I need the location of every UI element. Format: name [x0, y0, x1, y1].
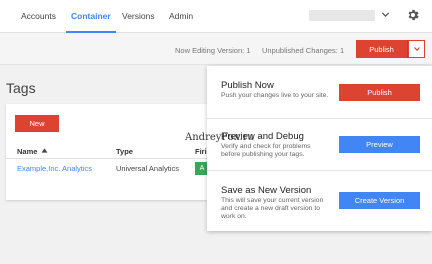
save-version-title: Save as New Version — [221, 185, 312, 196]
watermark-text: AndreyFox.ru — [185, 132, 254, 143]
tab-accounts[interactable]: Accounts — [21, 11, 56, 21]
tab-versions[interactable]: Versions — [122, 11, 155, 21]
menu-divider — [207, 170, 432, 171]
editing-version-text: Now Editing Version: 1 — [175, 46, 251, 55]
unpublished-changes-text[interactable]: Unpublished Changes: 1 — [262, 46, 344, 55]
column-header-firing[interactable]: Firi — [195, 147, 207, 156]
menu-divider — [207, 118, 432, 119]
table-header-divider — [6, 158, 218, 159]
column-header-type[interactable]: Type — [116, 147, 133, 156]
tab-admin[interactable]: Admin — [169, 11, 193, 21]
preview-debug-description: Verify and check for problems before pub… — [221, 143, 311, 158]
tab-container[interactable]: Container — [71, 11, 111, 21]
sort-ascending-icon[interactable] — [41, 148, 48, 153]
save-version-description: This will save your current version and … — [221, 197, 324, 220]
publish-now-button[interactable]: Publish — [339, 84, 420, 101]
gear-icon[interactable] — [406, 8, 420, 22]
create-version-button[interactable]: Create Version — [339, 192, 420, 209]
new-tag-button[interactable]: New — [15, 115, 59, 132]
chevron-down-icon[interactable] — [381, 10, 390, 19]
preview-button[interactable]: Preview — [339, 136, 420, 153]
page-title: Tags — [6, 80, 36, 96]
publish-button[interactable]: Publish — [356, 40, 408, 58]
account-selector[interactable] — [309, 10, 375, 21]
publish-menu-toggle[interactable] — [408, 40, 425, 58]
chevron-down-icon — [413, 47, 420, 52]
publish-now-title: Publish Now — [221, 80, 274, 91]
tag-type-cell: Universal Analytics — [116, 164, 179, 173]
column-header-name[interactable]: Name — [17, 147, 37, 156]
publish-now-description: Push your changes live to your site. — [221, 92, 329, 99]
tag-name-link[interactable]: Example,Inc. Analytics — [17, 164, 92, 173]
